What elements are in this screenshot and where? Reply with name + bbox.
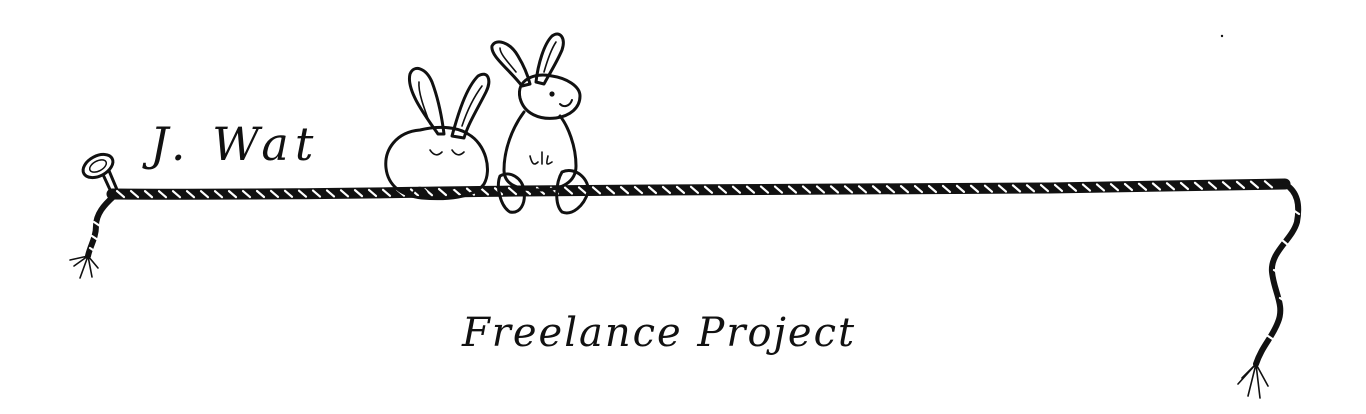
rope [69,178,1302,399]
bunny-back-illustration [384,66,491,201]
subtitle-text: Freelance Project [461,310,856,356]
nail-icon [81,152,120,196]
signature-text: J. Wat [142,117,319,171]
ink-speck [1220,34,1224,38]
hero-illustration: J. Wat Freelance Project [69,32,1302,399]
